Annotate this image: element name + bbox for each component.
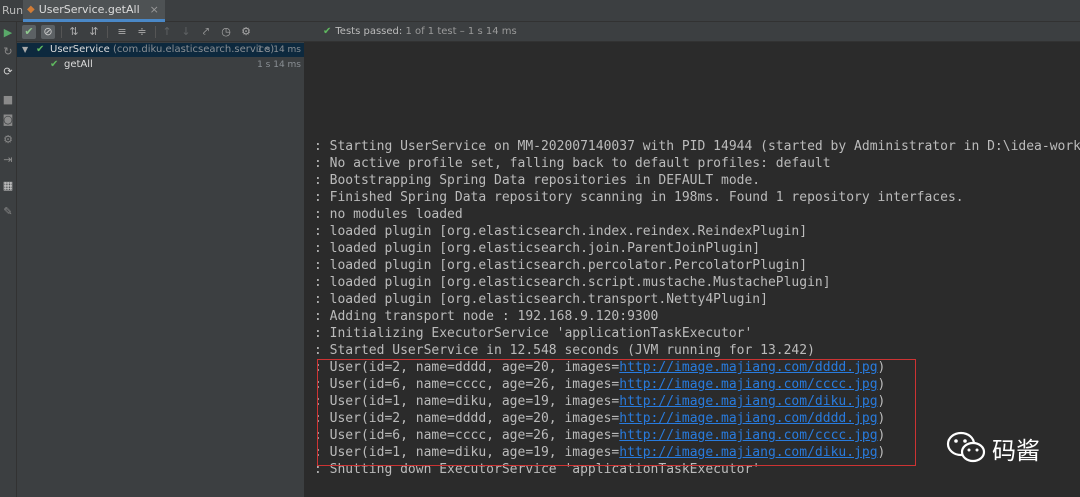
passed-check-icon: ✔	[50, 59, 59, 70]
rerun-icon[interactable]: ▶	[2, 27, 14, 39]
image-link[interactable]: http://image.majiang.com/cccc.jpg	[619, 428, 877, 443]
tree-item-time: 1 s 14 ms	[257, 60, 301, 70]
tab-title: UserService.getAll	[38, 3, 140, 16]
image-link[interactable]: http://image.majiang.com/diku.jpg	[619, 445, 877, 460]
sort-duration-icon[interactable]: ⇵	[87, 25, 101, 39]
history-icon[interactable]: ◷	[219, 25, 233, 39]
run-tab-bar: Run: ◆ UserService.getAll ×	[0, 0, 1080, 22]
console-line: : Adding transport node : 192.168.9.120:…	[314, 309, 659, 324]
console-user-line: : User(id=2, name=dddd, age=20, images=h…	[314, 360, 886, 375]
toolbar-separator	[155, 26, 156, 38]
tree-item-userservice[interactable]: ▼ ✔ UserService (com.diku.elasticsearch.…	[17, 43, 304, 57]
export-icon[interactable]: ⤤	[199, 25, 213, 39]
console-line: : loaded plugin [org.elasticsearch.trans…	[314, 292, 768, 307]
image-link[interactable]: http://image.majiang.com/dddd.jpg	[619, 411, 877, 426]
console-user-line: : User(id=2, name=dddd, age=20, images=h…	[314, 411, 886, 426]
console-line: : Starting UserService on MM-20200714003…	[314, 139, 1080, 154]
tree-item-getall[interactable]: ✔ getAll 1 s 14 ms	[17, 58, 304, 72]
status-count: 1 of 1 test – 1 s 14 ms	[405, 26, 517, 37]
console-line: : loaded plugin [org.elasticsearch.scrip…	[314, 275, 831, 290]
tree-item-time: 1 s 14 ms	[257, 45, 301, 55]
console-line: : loaded plugin [org.elasticsearch.index…	[314, 224, 808, 239]
console-line: : no modules loaded	[314, 207, 463, 222]
layout-icon[interactable]: ▦	[2, 180, 14, 192]
console-line: : Finished Spring Data repository scanni…	[314, 190, 964, 205]
console-line: : loaded plugin [org.elasticsearch.join.…	[314, 241, 761, 256]
previous-failed-icon[interactable]: ↑	[160, 25, 174, 39]
image-link[interactable]: http://image.majiang.com/dddd.jpg	[619, 360, 877, 375]
toggle-auto-test-icon[interactable]: ⟳	[2, 66, 14, 78]
tab-usersevice-getall[interactable]: ◆ UserService.getAll ×	[23, 0, 165, 22]
exit-icon[interactable]: ⇥	[2, 154, 14, 166]
tree-item-label: getAll	[64, 59, 93, 70]
toolbar-separator	[61, 26, 62, 38]
console-line: : Started UserService in 12.548 seconds …	[314, 343, 815, 358]
check-icon: ✔	[323, 26, 332, 37]
settings-icon[interactable]: ⚙	[2, 134, 14, 146]
expand-arrow-icon[interactable]: ▼	[22, 43, 28, 57]
collapse-all-icon[interactable]: ≑	[135, 25, 149, 39]
test-status: ✔ Tests passed: 1 of 1 test – 1 s 14 ms	[323, 26, 517, 37]
close-icon[interactable]: ×	[150, 3, 159, 16]
passed-check-icon: ✔	[36, 44, 45, 55]
watermark: 码酱	[946, 428, 1066, 468]
test-tree: ▼ ✔ UserService (com.diku.elasticsearch.…	[17, 42, 305, 497]
rerun-failed-icon[interactable]: ↻	[2, 46, 14, 58]
tree-item-label: UserService (com.diku.elasticsearch.serv…	[50, 44, 275, 55]
console-lines: : Starting UserService on MM-20200714003…	[314, 138, 1080, 478]
show-ignored-icon[interactable]: ⊘	[41, 25, 55, 39]
next-failed-icon[interactable]: ↓	[179, 25, 193, 39]
camera-icon[interactable]: ◙	[2, 114, 14, 126]
image-link[interactable]: http://image.majiang.com/diku.jpg	[619, 394, 877, 409]
image-link[interactable]: http://image.majiang.com/cccc.jpg	[619, 377, 877, 392]
console-user-line: : User(id=1, name=diku, age=19, images=h…	[314, 394, 886, 409]
test-toolbar: ✔ ⊘ ⇅ ⇵ ≡ ≑ ↑ ↓ ⤤ ◷ ⚙ ✔ Tests passed: 1 o…	[17, 22, 1080, 42]
wechat-icon	[946, 431, 986, 463]
console-line: : No active profile set, falling back to…	[314, 156, 831, 171]
sort-alpha-icon[interactable]: ⇅	[67, 25, 81, 39]
left-tool-strip: ▶ ↻ ⟳ ■ ◙ ⚙ ⇥ ▦ ✎	[0, 22, 17, 497]
test-config-icon: ◆	[27, 4, 35, 15]
console-user-line: : User(id=6, name=cccc, age=26, images=h…	[314, 377, 886, 392]
status-text: Tests passed:	[335, 26, 403, 37]
console-line: : Initializing ExecutorService 'applicat…	[314, 326, 753, 341]
console-line: : loaded plugin [org.elasticsearch.perco…	[314, 258, 808, 273]
settings-icon[interactable]: ⚙	[239, 25, 253, 39]
console-line: : Bootstrapping Spring Data repositories…	[314, 173, 761, 188]
show-passed-icon[interactable]: ✔	[22, 25, 36, 39]
stop-icon[interactable]: ■	[2, 94, 14, 106]
watermark-text: 码酱	[992, 436, 1040, 465]
expand-all-icon[interactable]: ≡	[115, 25, 129, 39]
toolbar-separator	[107, 26, 108, 38]
pin-icon[interactable]: ✎	[2, 206, 14, 218]
